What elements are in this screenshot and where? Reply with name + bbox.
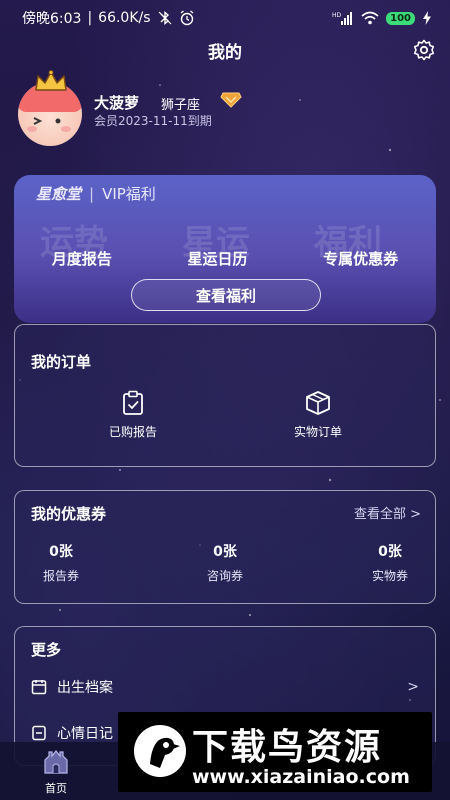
vip-feature-monthly-report[interactable]: 月度报告 <box>52 248 112 269</box>
user-name: 大菠萝 <box>94 94 140 112</box>
physical-orders-button[interactable]: 实物订单 <box>258 389 378 440</box>
vip-separator: | <box>89 184 95 203</box>
report-coupon[interactable]: 0张 报告券 <box>6 541 116 584</box>
my-coupons-card: 我的优惠券 查看全部 > 0张 报告券 0张 咨询券 0张 实物券 <box>14 490 436 604</box>
goods-coupon-count: 0张 <box>378 544 402 560</box>
mood-diary-label: 心情日记 <box>57 726 113 742</box>
watermark-banner: 下载鸟资源 www.xiazainiao.com <box>118 712 432 792</box>
mood-diary-icon <box>32 725 46 741</box>
avatar[interactable] <box>16 70 86 146</box>
vip-feature-list: 月度报告 星运日历 专属优惠券 <box>14 248 436 269</box>
profile-section[interactable]: 大菠萝 狮子座 会员2023-11-11到期 <box>14 70 434 150</box>
clipboard-check-icon <box>123 390 143 415</box>
see-all-coupons-link[interactable]: 查看全部 > <box>354 503 421 522</box>
consult-coupon-label: 咨询券 <box>206 569 243 583</box>
birth-record-chevron: > <box>407 679 419 695</box>
report-coupon-count: 0张 <box>49 544 73 560</box>
purchased-reports-label: 已购报告 <box>108 425 157 439</box>
home-castle-icon <box>44 750 68 774</box>
tab-home[interactable]: 首页 <box>30 746 82 796</box>
birth-record-icon <box>31 680 47 695</box>
status-bar: 傍晚6:03 | 66.0K/s HD 100 <box>0 0 450 36</box>
status-divider: | <box>87 10 93 26</box>
page-header: 我的 <box>0 36 450 64</box>
status-time: 傍晚6:03 <box>22 11 82 27</box>
purchased-reports-button[interactable]: 已购报告 <box>73 389 193 440</box>
page-title: 我的 <box>208 42 242 63</box>
watermark-title: 下载鸟资源 <box>192 727 383 768</box>
package-box-icon <box>306 391 330 415</box>
membership-expiry: 会员2023-11-11到期 <box>94 114 212 128</box>
vip-feature-coupons[interactable]: 专属优惠券 <box>323 248 398 269</box>
more-title: 更多 <box>31 641 62 659</box>
birth-record-row[interactable]: 出生档案 > <box>31 675 423 699</box>
orders-title: 我的订单 <box>31 353 92 371</box>
crown-icon <box>35 70 67 91</box>
bluetooth-off-icon <box>158 11 171 25</box>
goods-coupon[interactable]: 0张 实物券 <box>335 541 445 584</box>
vip-diamond-icon <box>220 92 242 108</box>
goods-coupon-label: 实物券 <box>371 569 408 583</box>
vip-feature-calendar[interactable]: 星运日历 <box>187 248 247 269</box>
view-benefits-button[interactable]: 查看福利 <box>131 279 321 311</box>
cellular-signal-icon: HD <box>332 12 353 25</box>
alarm-clock-icon <box>180 10 193 26</box>
physical-orders-label: 实物订单 <box>293 425 342 439</box>
consult-coupon[interactable]: 0张 咨询券 <box>170 541 280 584</box>
consult-coupon-count: 0张 <box>213 544 237 560</box>
vip-card-title: VIP福利 <box>102 185 156 203</box>
coupons-title: 我的优惠券 <box>31 505 107 523</box>
user-zodiac: 狮子座 <box>161 98 201 113</box>
network-speed: 66.0K/s <box>98 10 151 26</box>
birth-record-label: 出生档案 <box>57 680 113 696</box>
vip-benefits-card[interactable]: 星愈堂 | VIP福利 运势 星运 福利 月度报告 星运日历 专属优惠券 查看福… <box>14 175 436 323</box>
bird-logo-icon <box>134 725 186 777</box>
wifi-icon <box>361 11 379 25</box>
battery-indicator: 100 <box>386 11 415 25</box>
tab-home-label: 首页 <box>45 782 67 795</box>
vip-card-header: 星愈堂 | VIP福利 <box>36 183 156 204</box>
report-coupon-label: 报告券 <box>42 569 79 583</box>
vip-brand-logo: 星愈堂 <box>36 185 82 203</box>
settings-gear-icon[interactable] <box>412 38 436 62</box>
watermark-url: www.xiazainiao.com <box>192 766 410 788</box>
my-orders-card: 我的订单 已购报告 实物订单 <box>14 324 436 467</box>
charging-bolt-icon <box>423 11 431 25</box>
svg-text:HD: HD <box>332 12 342 19</box>
